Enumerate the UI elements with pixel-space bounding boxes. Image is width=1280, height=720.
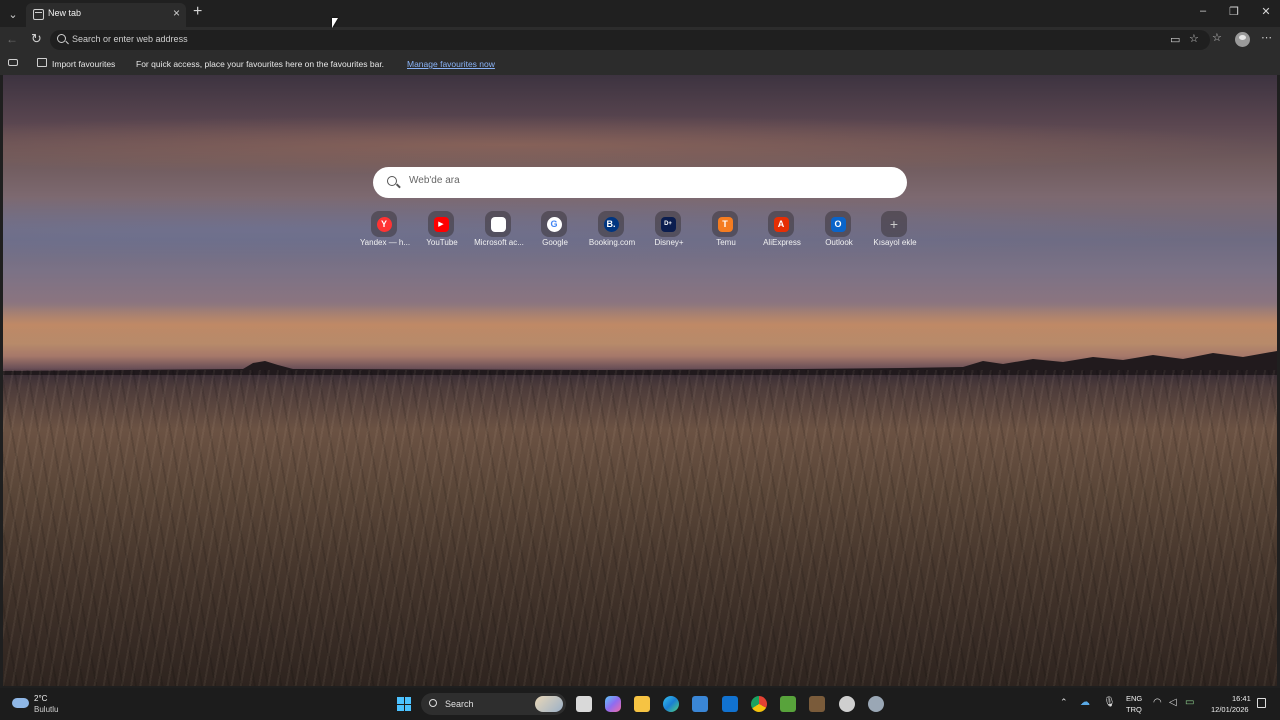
favourites-bar: Import favourites For quick access, plac… [0, 53, 1280, 75]
minecraft-icon[interactable] [780, 696, 796, 712]
favourites-icon[interactable]: ☆ [1212, 31, 1222, 44]
yandex-icon: Y [371, 211, 397, 237]
youtube-icon: ▶ [428, 211, 454, 237]
background-clouds [3, 115, 1277, 175]
collections-icon[interactable] [8, 59, 18, 66]
quick-link-label: Kısayol ekle [873, 238, 917, 247]
profile-avatar[interactable] [1235, 32, 1250, 47]
tab-close-icon[interactable]: × [173, 6, 180, 20]
tab-strip: ⌄ New tab × + – ❐ ✕ [0, 0, 1280, 27]
search-icon [429, 699, 437, 707]
quick-link-disney[interactable]: D+ Disney+ [641, 209, 697, 251]
background-clouds [3, 195, 1277, 265]
web-search-box[interactable] [373, 167, 907, 198]
close-window-button[interactable]: ✕ [1256, 5, 1276, 18]
task-view-icon[interactable] [576, 696, 592, 712]
minimize-button[interactable]: – [1193, 5, 1213, 17]
clock-date[interactable]: 12/01/2026 [1211, 705, 1249, 714]
address-bar[interactable]: Search or enter web address ▭ ☆ [50, 30, 1210, 50]
tab-title: New tab [48, 8, 82, 18]
import-icon [37, 58, 47, 67]
chrome-icon[interactable] [751, 696, 767, 712]
minecraft-launcher-icon[interactable] [809, 696, 825, 712]
snipping-tool-icon[interactable] [839, 696, 855, 712]
tab-actions-chevron-icon[interactable]: ⌄ [4, 5, 22, 23]
battery-icon[interactable]: ▭ [1185, 697, 1194, 708]
address-placeholder: Search or enter web address [72, 34, 188, 44]
quick-link-outlook[interactable]: O Outlook [811, 209, 867, 251]
search-icon [57, 34, 66, 43]
quick-link-youtube[interactable]: ▶ YouTube [414, 209, 470, 251]
microsoft-icon [485, 211, 511, 237]
add-shortcut-button[interactable]: + Kısayol ekle [867, 209, 923, 251]
onedrive-icon[interactable]: ☁ [1080, 697, 1090, 708]
temu-icon: T [712, 211, 738, 237]
microphone-icon[interactable]: 🎙 [1103, 697, 1116, 708]
taskbar: 2°C Bulutlu Search ⌃ ☁ 🎙 ENG TRQ ◠ ◁ ▭ 1… [0, 688, 1280, 720]
manage-favourites-link[interactable]: Manage favourites now [407, 59, 495, 69]
quick-link-yandex[interactable]: Y Yandex — h... [357, 209, 413, 251]
import-favourites-button[interactable]: Import favourites [52, 59, 115, 69]
booking-icon: B. [598, 211, 624, 237]
favourites-message: For quick access, place your favourites … [136, 59, 385, 69]
microsoft-store-icon[interactable] [692, 696, 708, 712]
copilot-icon[interactable] [605, 696, 621, 712]
web-search-input[interactable] [409, 175, 889, 186]
quick-link-booking[interactable]: B. Booking.com [584, 209, 640, 251]
disney-icon: D+ [655, 211, 681, 237]
favourite-star-icon[interactable]: ☆ [1189, 32, 1199, 45]
plus-icon: + [881, 211, 907, 237]
page-icon [33, 9, 44, 20]
tray-chevron-up-icon[interactable]: ⌃ [1060, 697, 1068, 708]
aliexpress-icon: A [768, 211, 794, 237]
maximize-button[interactable]: ❐ [1224, 5, 1244, 18]
back-arrow-icon[interactable]: ← [6, 32, 18, 46]
language-code[interactable]: ENG [1126, 694, 1142, 703]
quick-link-aliexpress[interactable]: A AliExpress [754, 209, 810, 251]
search-icon [387, 176, 397, 186]
taskbar-search-box[interactable]: Search [421, 693, 566, 715]
refresh-icon[interactable]: ↻ [31, 31, 42, 47]
weather-temperature[interactable]: 2°C [34, 694, 47, 703]
background-wheat-field [3, 370, 1277, 686]
notification-bell-icon[interactable] [1257, 698, 1266, 708]
file-explorer-icon[interactable] [634, 696, 650, 712]
background-sunset-glow [3, 305, 1277, 345]
more-options-icon[interactable]: ⋯ [1261, 31, 1272, 44]
search-highlight-image [535, 696, 563, 712]
quick-link-google[interactable]: G Google [527, 209, 583, 251]
settings-gear-icon[interactable] [868, 696, 884, 712]
quick-link-temu[interactable]: T Temu [698, 209, 754, 251]
tab-new-tab[interactable]: New tab × [26, 3, 186, 27]
reading-view-icon[interactable]: ▭ [1170, 33, 1180, 46]
mouse-cursor-icon [332, 18, 338, 28]
navigation-toolbar: ← ↻ Search or enter web address ▭ ☆ ☆ ⋯ [0, 27, 1280, 53]
new-tab-button[interactable]: + [193, 4, 202, 20]
google-icon: G [541, 211, 567, 237]
windows-start-icon[interactable] [397, 697, 411, 711]
outlook-icon[interactable] [722, 696, 738, 712]
outlook-icon: O [825, 211, 851, 237]
keyboard-layout[interactable]: TRQ [1126, 705, 1142, 714]
edge-icon[interactable] [663, 696, 679, 712]
clock-time[interactable]: 16:41 [1232, 694, 1251, 703]
cloud-icon[interactable] [12, 698, 29, 708]
weather-description[interactable]: Bulutlu [34, 705, 58, 714]
quick-link-microsoft-account[interactable]: Microsoft ac... [471, 209, 527, 251]
volume-icon[interactable]: ◁ [1169, 697, 1177, 708]
wifi-icon[interactable]: ◠ [1153, 697, 1162, 708]
taskbar-search-label: Search [445, 699, 474, 709]
